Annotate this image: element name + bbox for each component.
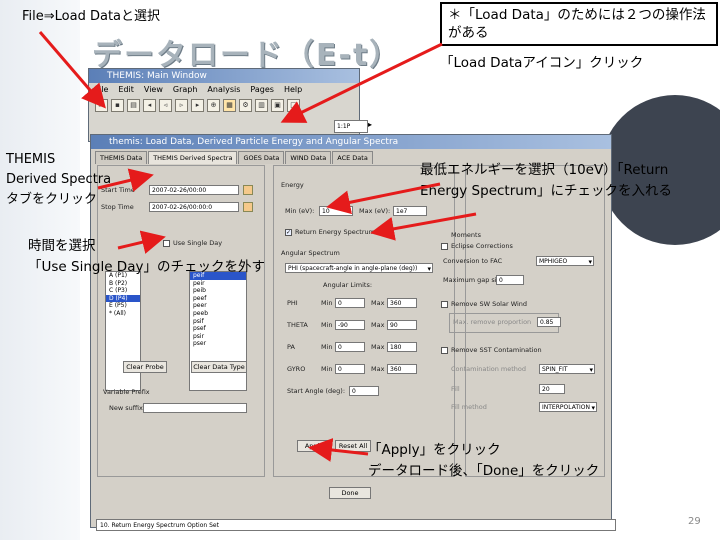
arrow-file-menu xyxy=(38,31,106,109)
arrow-single-day xyxy=(117,230,166,254)
annotation-arrows xyxy=(38,31,477,462)
arrow-derived-tab xyxy=(97,168,154,192)
arrow-load-icon xyxy=(280,42,443,123)
arrow-return-energy xyxy=(370,212,477,241)
arrow-min-energy xyxy=(326,182,441,215)
arrow-apply xyxy=(308,438,369,462)
